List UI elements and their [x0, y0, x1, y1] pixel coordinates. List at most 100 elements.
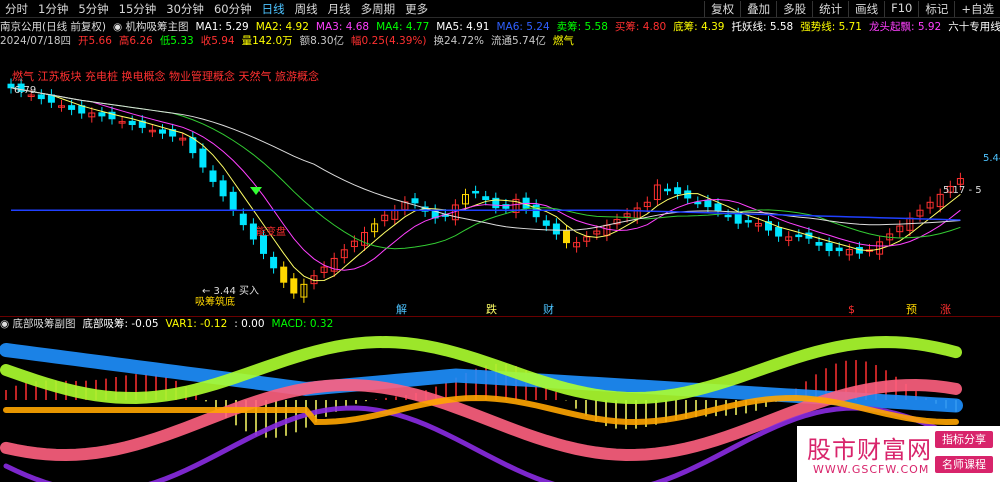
ohlc-value: 额8.30亿 — [299, 34, 345, 47]
candle-body — [219, 180, 227, 197]
sub-chart-title-text: 底部吸筹副图 — [12, 318, 76, 330]
period-tab[interactable]: 60分钟 — [209, 1, 257, 17]
sub-value: 底部吸筹: -0.05 — [82, 318, 159, 330]
candle-body — [260, 235, 267, 254]
ma-value: MA4: 4.77 — [376, 20, 430, 33]
event-marker: 财 — [543, 302, 554, 316]
watermark-title: 股市财富网 — [807, 436, 932, 464]
period-tab[interactable]: 更多 — [400, 1, 433, 17]
event-marker: $ — [848, 303, 855, 316]
period-tab[interactable]: 15分钟 — [114, 1, 162, 17]
period-tab[interactable]: 周线 — [290, 1, 323, 17]
period-tab[interactable]: 30分钟 — [161, 1, 209, 17]
ohlc-value: 燃气 — [552, 34, 574, 47]
ohlc-value: 流通5.74亿 — [491, 34, 546, 47]
candle-body — [664, 188, 671, 192]
candle-body — [482, 196, 490, 201]
indicator-name-text: 机构吸筹主图 — [125, 20, 189, 33]
sub-value: : 0.00 — [234, 318, 265, 330]
ohlc-value: 收5.94 — [200, 34, 235, 47]
tool-button[interactable]: +自选 — [954, 0, 1000, 17]
right-label: 5.17 - 5 — [943, 185, 982, 196]
sub-chart-title[interactable]: ◉ 底部吸筹副图 — [0, 316, 76, 331]
ma-value: 底筹: 4.39 — [673, 20, 725, 33]
ma-value: 卖筹: 5.58 — [556, 20, 608, 33]
ohlc-value: 换24.72% — [433, 34, 485, 47]
low-price-label: ← 3.44 买入 — [202, 285, 259, 297]
watermark-logo: 股市财富网 WWW.GSCFW.COM 指标分享 名师课程 — [797, 426, 1000, 482]
ohlc-value: 幅0.25(4.39%) — [351, 34, 427, 47]
main-candlestick-chart[interactable]: 5.44 5.17 - 5 6.79 ← 3.44 买入吸筹筑底 能变盘解 跌 财 $ 预 涨 — [0, 47, 1000, 316]
candle-body — [694, 201, 702, 205]
ohlc-value: 开5.66 — [78, 34, 112, 47]
ma-line-blue — [11, 209, 961, 221]
ma-value: 买筹: 4.80 — [614, 20, 667, 33]
ma-value: MA6: 5.24 — [496, 20, 550, 33]
ma-legend-row: 南京公用(日线 前复权) ◉ 机构吸筹主图 MA1: 5.29 MA2: 4.92… — [0, 19, 1000, 33]
candle-body — [542, 220, 550, 226]
candle-body — [724, 214, 732, 218]
candle-body — [280, 266, 288, 283]
candle-body — [68, 105, 76, 110]
watermark-url: WWW.GSCFW.COM — [813, 463, 930, 476]
candle-body — [290, 278, 298, 294]
period-tab[interactable]: 分时 — [0, 1, 33, 17]
tool-button[interactable]: 画线 — [848, 0, 884, 17]
right-axis-price: 5.44 — [983, 153, 1000, 164]
indicator-name[interactable]: ◉ 机构吸筹主图 — [113, 19, 189, 34]
event-marker: 预 — [906, 303, 917, 316]
event-marker: 解 — [396, 302, 407, 316]
candle-body — [795, 234, 803, 238]
candle-body — [472, 190, 480, 194]
period-tabs: 分时 1分钟 5分钟 15分钟 30分钟 60分钟 日线 周线 月线 多周期 更多 — [0, 1, 433, 17]
ma-value: 托妖线: 5.58 — [731, 20, 794, 33]
candle-body — [270, 256, 278, 269]
candle-body — [159, 129, 166, 134]
candle-body — [128, 120, 136, 126]
candle-body — [239, 213, 247, 226]
ma-line-yellow — [10, 87, 961, 282]
candle-body — [775, 227, 783, 237]
tool-button[interactable]: 统计 — [812, 0, 848, 17]
candle-body — [229, 191, 237, 211]
share-indicator-button[interactable]: 指标分享 — [935, 431, 993, 448]
candle-body — [835, 247, 843, 252]
ohlc-row: 2024/07/18四 开5.66 高6.26 低5.33 收5.94 量142.0万 额8… — [0, 33, 1000, 47]
ma-value: MA2: 4.92 — [255, 20, 309, 33]
ohlc-value: 高6.26 — [118, 34, 153, 47]
candle-body — [552, 223, 560, 235]
tool-button[interactable]: F10 — [884, 0, 918, 17]
period-toolbar: 分时 1分钟 5分钟 15分钟 30分钟 60分钟 日线 周线 月线 多周期 更多 复权 叠加 多股 统计… — [0, 0, 1000, 18]
ma-value: 强势线: 5.71 — [800, 20, 862, 33]
ma-value: MA3: 4.68 — [315, 20, 370, 33]
candle-body — [674, 187, 682, 195]
stock-title: 南京公用(日线 前复权) — [0, 20, 107, 33]
candle-body — [411, 198, 419, 204]
period-tab[interactable]: 多周期 — [356, 1, 401, 17]
bottom-tag: 吸筹筑底 — [195, 295, 235, 308]
candle-body — [714, 203, 722, 212]
ma-values: MA1: 5.29 MA2: 4.92 MA3: 4.68 MA4: 4.77 MA5:… — [196, 19, 1000, 34]
stop-tag: 能变盘 — [256, 225, 286, 238]
ohlc-values: 2024/07/18四 开5.66 高6.26 低5.33 收5.94 量142.0万 额8… — [0, 33, 581, 48]
ma-line-white — [10, 87, 961, 231]
tool-buttons: 复权 叠加 多股 统计 画线 F10 标记 +自选 — [704, 0, 1000, 17]
period-tab[interactable]: 月线 — [323, 1, 356, 17]
tool-button[interactable]: 标记 — [918, 0, 954, 17]
ohlc-value: 2024/07/18四 — [0, 34, 72, 47]
candle-body — [704, 200, 712, 208]
candle-body — [734, 213, 742, 224]
tool-button[interactable]: 多股 — [776, 0, 812, 17]
sub-chart-values: 底部吸筹: -0.05 VAR1: -0.12: 0.00 MACD: 0.32 — [83, 316, 341, 331]
candle-body — [825, 242, 833, 252]
tool-button[interactable]: 复权 — [704, 0, 740, 17]
event-marker: 跌 — [486, 302, 497, 316]
high-price-label: 6.79 — [14, 85, 36, 96]
sub-value: VAR1: -0.12 — [165, 318, 228, 330]
period-tab[interactable]: 5分钟 — [73, 1, 113, 17]
tool-button[interactable]: 叠加 — [740, 0, 776, 17]
period-tab[interactable]: 日线 — [257, 1, 290, 17]
period-tab[interactable]: 1分钟 — [33, 1, 73, 17]
teacher-course-button[interactable]: 名师课程 — [935, 456, 993, 473]
ma-value: MA5: 4.91 — [436, 20, 490, 33]
